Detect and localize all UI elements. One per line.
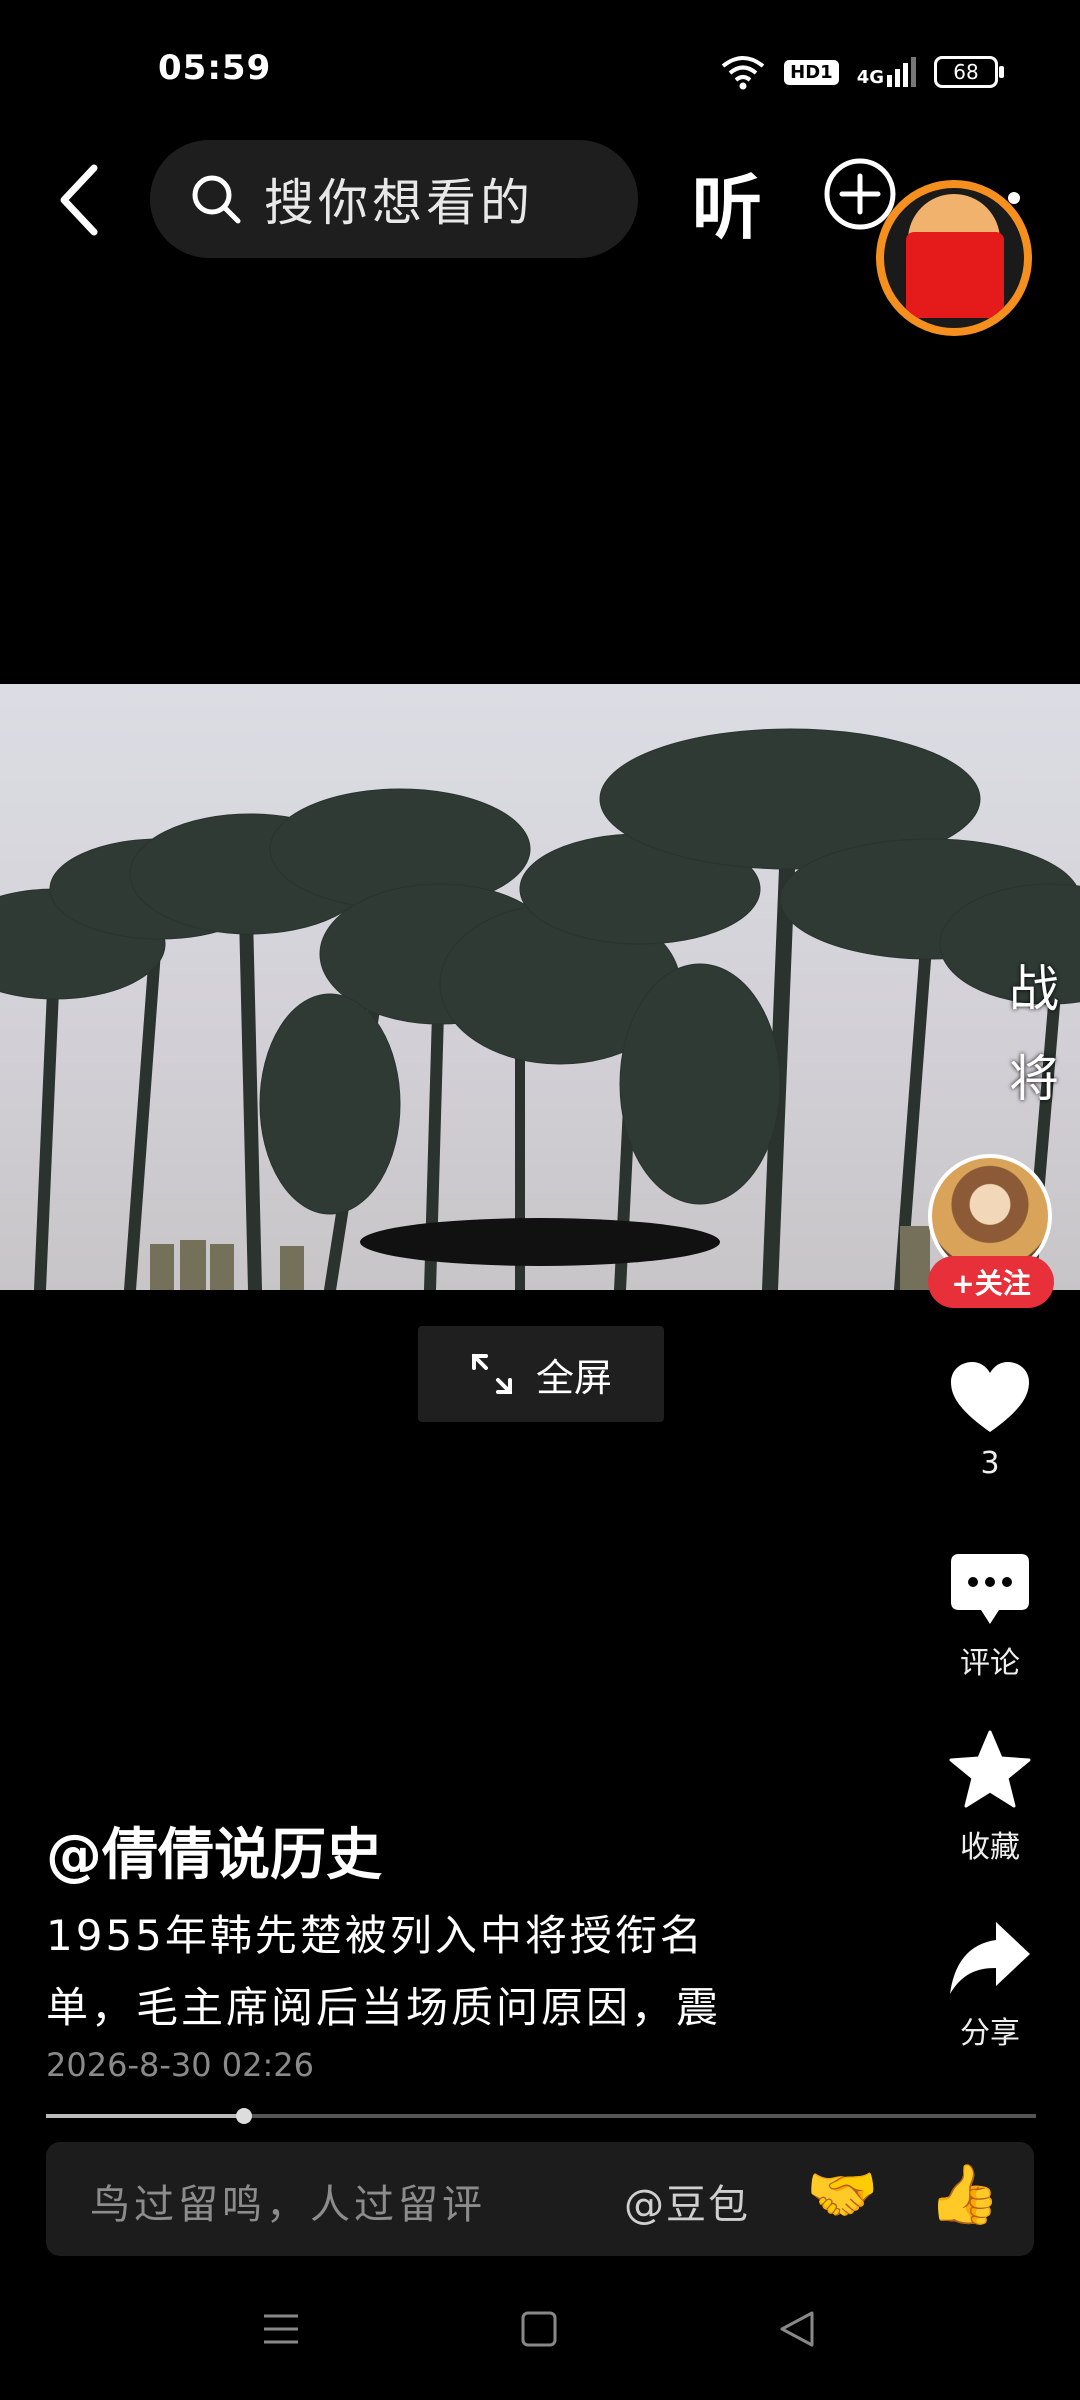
search-icon	[192, 175, 241, 224]
thumbs-up-emoji-button[interactable]: 👍	[928, 2160, 1000, 2229]
menu-icon	[264, 2314, 298, 2344]
nav-home-button[interactable]	[520, 2310, 558, 2352]
author-name[interactable]: @倩倩说历史	[46, 1810, 382, 1891]
progress-thumb[interactable]	[236, 2108, 252, 2124]
description-line-1: 1955年韩先楚被列入中将授衔名	[46, 1911, 705, 1960]
nav-menu-button[interactable]	[262, 2310, 300, 2352]
video-description[interactable]: 1955年韩先楚被列入中将授衔名 单，毛主席阅后当场质问原因，震	[46, 1900, 836, 2044]
publish-date: 2026-8-30 02:26	[46, 2046, 314, 2084]
description-line-2: 单，毛主席阅后当场质问原因，震	[46, 1983, 722, 2032]
search-bar[interactable]: 搜你想看的	[150, 140, 638, 258]
nav-back-button[interactable]	[778, 2310, 816, 2352]
comment-bubble-icon	[951, 1554, 1029, 1624]
overlay-char-1: 战	[1009, 960, 1059, 1018]
like-button[interactable]: 3	[940, 1360, 1040, 1481]
favorite-button[interactable]: 收藏	[940, 1728, 1040, 1866]
favorite-label: 收藏	[960, 1830, 1020, 1865]
battery-icon: 68	[934, 56, 1004, 88]
expand-icon	[471, 1354, 512, 1394]
network-type: 4G	[856, 67, 884, 88]
overlay-char-2: 将	[1009, 1050, 1059, 1108]
back-button[interactable]	[50, 160, 110, 240]
palm-trees-scene	[0, 728, 1080, 1290]
share-arrow-icon	[950, 1922, 1030, 1994]
share-label: 分享	[960, 2016, 1020, 2051]
share-button[interactable]: 分享	[940, 1918, 1040, 2052]
more-icon[interactable]	[1008, 192, 1020, 204]
triangle-back-icon	[780, 2311, 814, 2347]
mention-doubao-button[interactable]: @豆包	[624, 2172, 750, 2230]
battery-level: 68	[953, 60, 979, 84]
comment-input[interactable]: 鸟过留鸣，人过留评	[90, 2172, 486, 2230]
follow-button[interactable]: +关注	[928, 1256, 1054, 1308]
comment-button[interactable]: 评论	[940, 1552, 1040, 1682]
fullscreen-button[interactable]: 全屏	[418, 1326, 664, 1422]
status-time: 05:59	[158, 48, 272, 88]
red-packet-body	[906, 232, 1004, 318]
handshake-emoji-button[interactable]: 🤝	[806, 2160, 878, 2229]
red-packet-button[interactable]	[876, 180, 1032, 336]
status-icons: HD1 4G 68	[720, 50, 1004, 94]
square-icon	[521, 2311, 557, 2347]
chevron-left-icon	[60, 164, 98, 236]
search-placeholder: 搜你想看的	[264, 174, 534, 232]
like-count: 3	[980, 1446, 1000, 1481]
video-overlay-text: 战 将	[1004, 944, 1064, 1124]
heart-icon	[951, 1362, 1029, 1432]
listen-button[interactable]: 听	[692, 152, 762, 253]
video-frame[interactable]	[0, 684, 1080, 1290]
fullscreen-label: 全屏	[535, 1355, 612, 1400]
progress-fill	[46, 2114, 244, 2118]
hd-badge: HD1	[784, 59, 839, 85]
signal-icon: 4G	[857, 57, 916, 87]
comment-label: 评论	[960, 1646, 1020, 1681]
star-icon	[949, 1730, 1031, 1808]
wifi-icon	[721, 56, 765, 90]
